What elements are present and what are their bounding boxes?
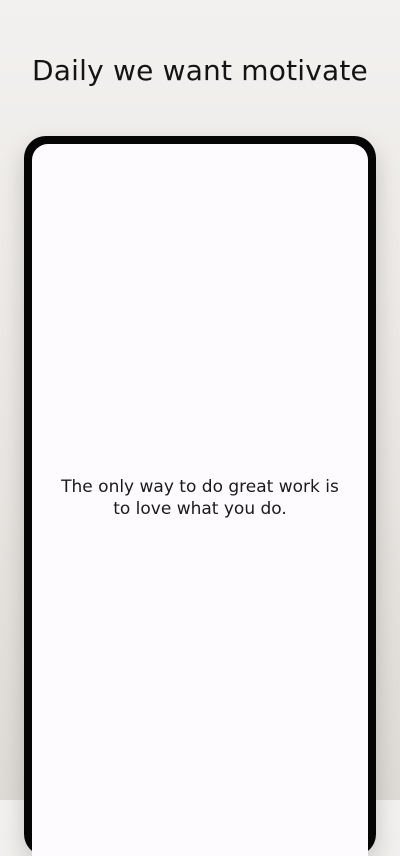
page-title: Daily we want motivate bbox=[32, 54, 368, 87]
phone-screen: The only way to do great work is to love… bbox=[32, 144, 368, 856]
phone-mockup-frame: The only way to do great work is to love… bbox=[24, 136, 376, 856]
motivational-quote: The only way to do great work is to love… bbox=[61, 477, 339, 519]
